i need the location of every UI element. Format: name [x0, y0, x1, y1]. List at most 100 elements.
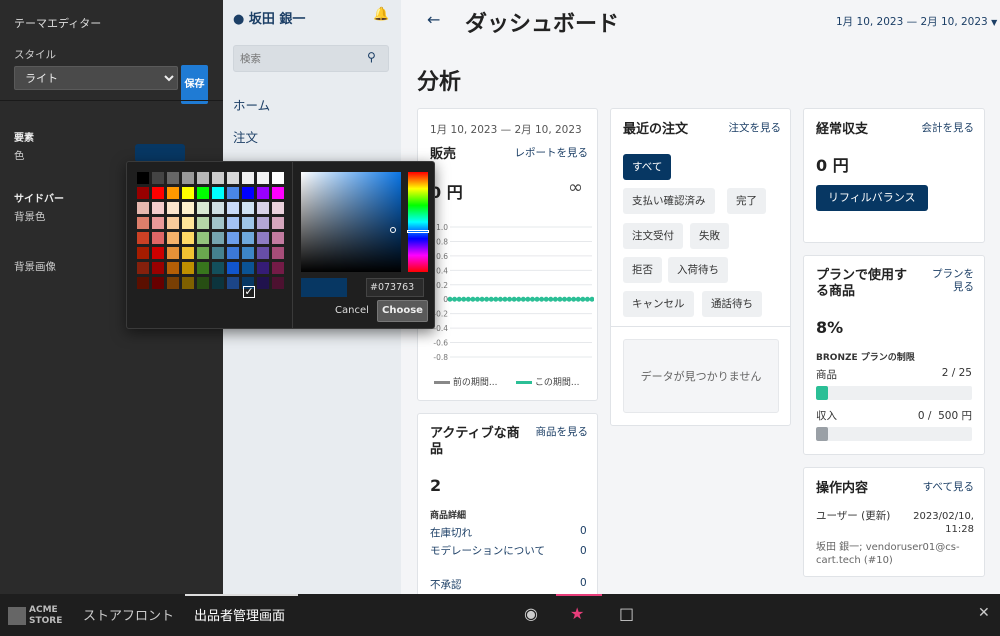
data-point[interactable] — [543, 296, 549, 302]
data-point[interactable] — [447, 296, 453, 302]
saturation-handle[interactable] — [390, 227, 396, 233]
color-swatch[interactable] — [212, 247, 224, 259]
color-swatch[interactable] — [197, 202, 209, 214]
color-swatch[interactable] — [167, 262, 179, 274]
color-swatch[interactable] — [242, 247, 254, 259]
data-point[interactable] — [456, 296, 462, 302]
hex-input[interactable]: #073763 — [366, 278, 424, 297]
sales-report-link[interactable]: レポートを見る — [508, 147, 589, 160]
date-range-picker[interactable]: 1月 10, 2023 — 2月 10, 2023 ▼ — [836, 14, 997, 29]
color-swatch[interactable] — [152, 247, 164, 259]
color-swatch[interactable] — [257, 172, 269, 184]
data-point[interactable] — [452, 296, 458, 302]
data-point[interactable] — [557, 296, 563, 302]
color-swatch[interactable] — [227, 232, 239, 244]
color-swatch[interactable] — [257, 247, 269, 259]
color-swatch[interactable] — [242, 172, 254, 184]
out-of-stock-link[interactable]: 在庫切れ — [430, 525, 472, 540]
active-products-link[interactable]: 商品を見る — [528, 426, 589, 439]
color-swatch[interactable] — [137, 217, 149, 229]
color-swatch[interactable] — [167, 217, 179, 229]
color-swatch[interactable] — [212, 172, 224, 184]
filter-backordered[interactable]: 入荷待ち — [668, 257, 728, 283]
disapproved-link[interactable]: 不承認 — [430, 577, 462, 592]
moderation-link[interactable]: モデレーションについて — [430, 545, 550, 557]
select-element-icon[interactable]: □ — [619, 604, 634, 623]
color-swatch[interactable] — [242, 202, 254, 214]
color-swatch[interactable] — [272, 172, 284, 184]
data-point[interactable] — [566, 296, 572, 302]
data-point[interactable] — [516, 296, 522, 302]
saturation-area[interactable] — [301, 172, 401, 272]
color-swatch[interactable] — [242, 217, 254, 229]
color-swatch[interactable] — [272, 202, 284, 214]
color-swatch[interactable] — [152, 232, 164, 244]
legend-previous[interactable]: 前の期間... — [434, 375, 497, 388]
color-swatch[interactable] — [257, 277, 269, 289]
color-swatch[interactable] — [212, 232, 224, 244]
color-swatch[interactable] — [167, 232, 179, 244]
hue-slider[interactable] — [407, 172, 429, 272]
sidebar-item-orders[interactable]: 注文 — [233, 127, 258, 146]
view-all-activity-link[interactable]: すべて見る — [904, 481, 974, 494]
data-point[interactable] — [580, 296, 586, 302]
filter-awaiting-call[interactable]: 通話待ち — [702, 291, 762, 317]
data-point[interactable] — [552, 296, 558, 302]
color-swatch[interactable] — [227, 202, 239, 214]
filter-canceled[interactable]: キャンセル — [623, 291, 694, 317]
data-point[interactable] — [589, 296, 595, 302]
color-swatch[interactable] — [152, 217, 164, 229]
color-swatch[interactable] — [197, 232, 209, 244]
save-button[interactable]: 保存 — [181, 65, 208, 104]
color-swatch[interactable] — [137, 247, 149, 259]
data-point[interactable] — [529, 296, 535, 302]
color-swatch[interactable] — [197, 187, 209, 199]
color-swatch[interactable] — [212, 277, 224, 289]
color-swatch[interactable] — [257, 187, 269, 199]
data-point[interactable] — [507, 296, 513, 302]
data-point[interactable] — [525, 296, 531, 302]
color-swatch[interactable] — [272, 187, 284, 199]
color-swatch[interactable] — [242, 187, 254, 199]
data-point[interactable] — [575, 296, 581, 302]
color-swatch[interactable] — [137, 262, 149, 274]
legend-current[interactable]: この期間... — [516, 375, 579, 388]
color-swatch[interactable] — [272, 217, 284, 229]
color-swatch[interactable] — [227, 187, 239, 199]
color-swatch[interactable] — [197, 217, 209, 229]
color-swatch[interactable] — [182, 172, 194, 184]
color-swatch[interactable] — [227, 247, 239, 259]
color-swatch[interactable] — [227, 277, 239, 289]
color-swatch[interactable] — [212, 262, 224, 274]
color-swatch[interactable] — [182, 217, 194, 229]
hue-handle[interactable] — [407, 230, 429, 233]
color-swatch[interactable] — [227, 172, 239, 184]
color-swatch[interactable] — [257, 217, 269, 229]
refill-balance-button[interactable]: リフィルバランス — [816, 185, 928, 211]
color-swatch[interactable] — [167, 277, 179, 289]
color-swatch[interactable] — [197, 172, 209, 184]
color-swatch[interactable] — [137, 187, 149, 199]
color-swatch[interactable] — [137, 277, 149, 289]
color-swatch[interactable] — [137, 202, 149, 214]
user-menu[interactable]: ● 坂田 銀一 — [233, 8, 305, 27]
color-swatch-button[interactable] — [135, 144, 185, 162]
style-select[interactable]: ライト — [14, 66, 178, 90]
data-point[interactable] — [511, 296, 517, 302]
color-swatch[interactable] — [167, 247, 179, 259]
color-swatch[interactable] — [182, 262, 194, 274]
data-point[interactable] — [484, 296, 490, 302]
color-swatch[interactable] — [257, 232, 269, 244]
tab-storefront[interactable]: ストアフロント — [83, 605, 174, 624]
data-point[interactable] — [461, 296, 467, 302]
filter-all[interactable]: すべて — [623, 154, 672, 180]
color-swatch[interactable] — [182, 277, 194, 289]
palette-icon[interactable]: ★ — [570, 604, 584, 623]
sidebar-item-home[interactable]: ホーム — [233, 95, 270, 114]
data-point[interactable] — [534, 296, 540, 302]
data-point[interactable] — [571, 296, 577, 302]
color-swatch[interactable] — [137, 232, 149, 244]
color-swatch[interactable] — [212, 217, 224, 229]
color-swatch[interactable] — [152, 262, 164, 274]
data-point[interactable] — [493, 296, 499, 302]
